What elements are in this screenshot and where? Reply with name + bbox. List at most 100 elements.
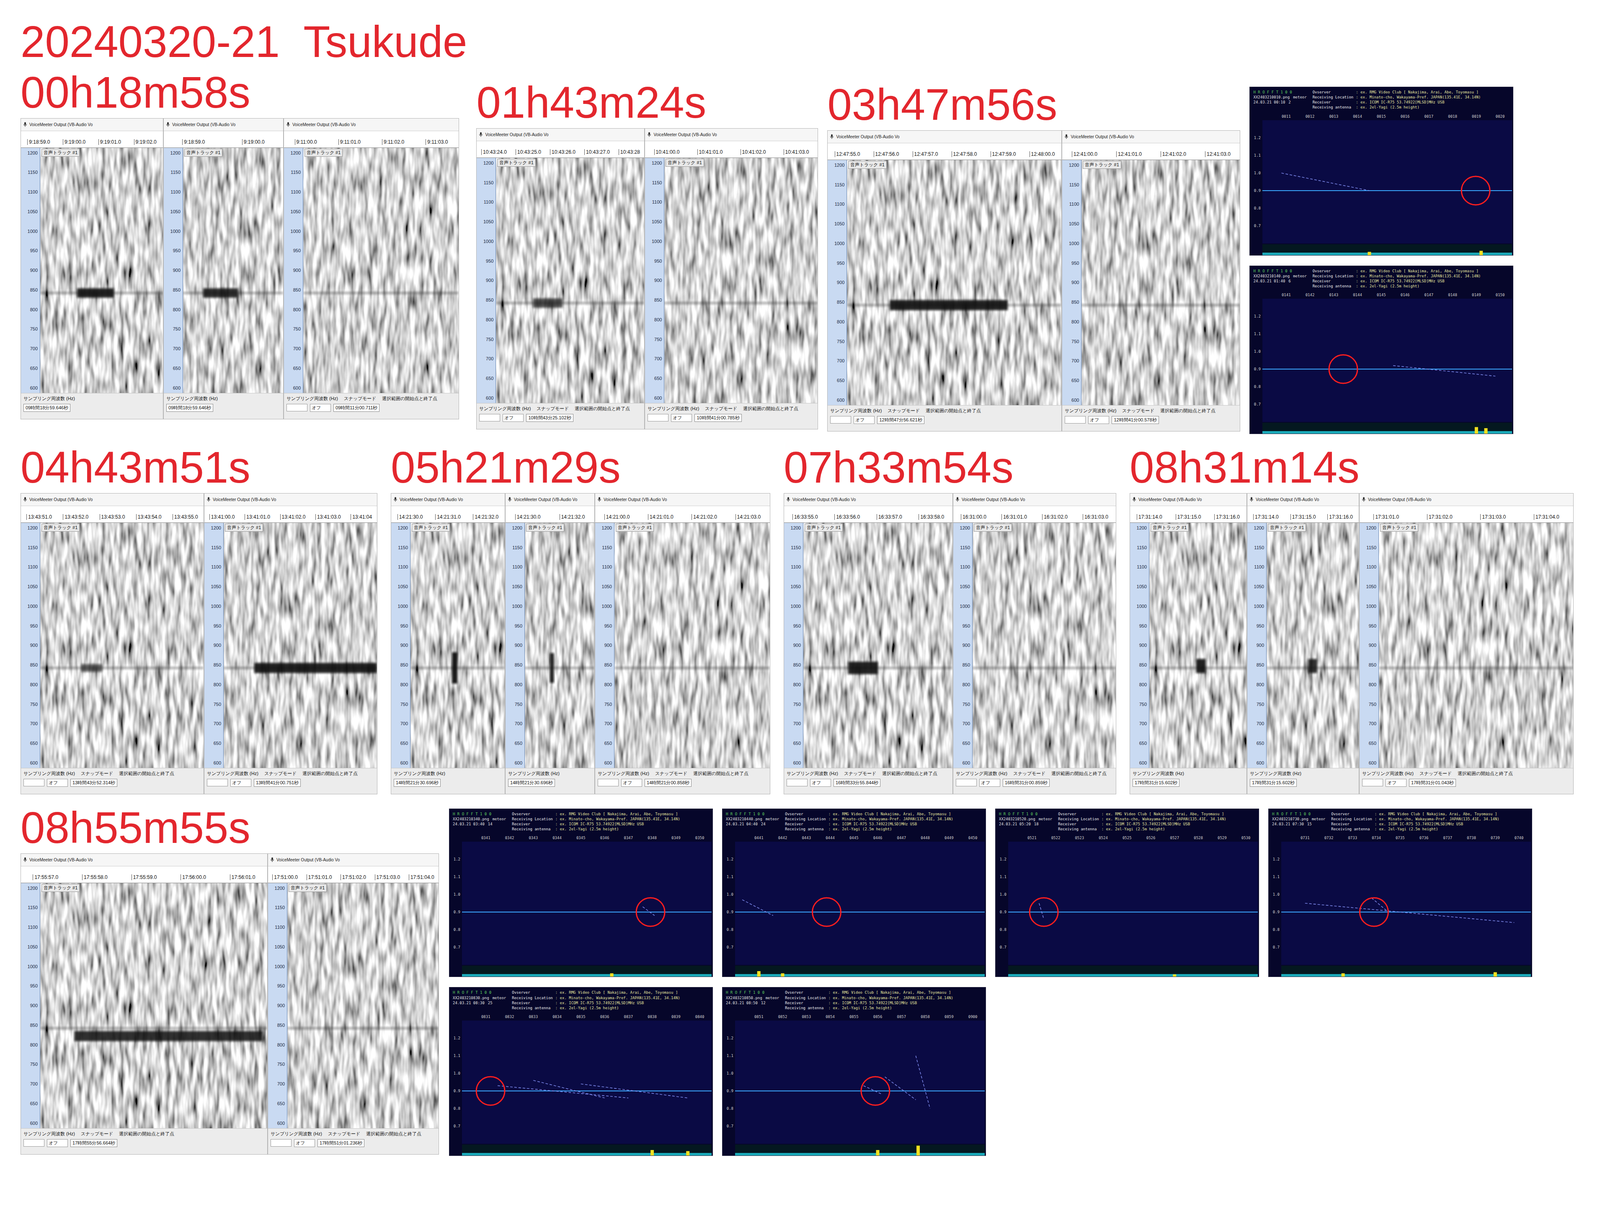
device-name[interactable]: VoiceMeeter Output (VB-Audio Vo [485, 132, 549, 137]
track-label[interactable]: 音声トラック #1 [973, 523, 1012, 532]
spectrogram-chart[interactable] [1081, 160, 1240, 406]
selection-field[interactable]: 13時間41分00.751秒 [253, 778, 301, 787]
spectrogram-chart[interactable] [1378, 522, 1574, 768]
device-name[interactable]: VoiceMeeter Output (VB-Audio Vo [603, 497, 667, 502]
device-name[interactable]: VoiceMeeter Output (VB-Audio Vo [836, 134, 900, 140]
track-label[interactable]: 音声トラック #1 [497, 158, 536, 167]
device-name[interactable]: VoiceMeeter Output (VB-Audio Vo [1255, 497, 1319, 502]
time-ruler[interactable]: 17:31:14.017:31:15.017:31:16.0 [1247, 505, 1359, 523]
spectrogram-chart[interactable] [223, 522, 377, 768]
snap-select[interactable]: オフ [294, 1138, 315, 1147]
time-ruler[interactable]: 14:21:00.014:21:01.014:21:02.014:21:03.0 [595, 505, 770, 523]
rate-select[interactable] [955, 778, 977, 787]
device-name[interactable]: VoiceMeeter Output (VB-Audio Vo [792, 497, 856, 502]
track-label[interactable]: 音声トラック #1 [224, 523, 264, 532]
device-toolbar[interactable]: VoiceMeeter Output (VB-Audio Vo [827, 130, 1062, 144]
device-toolbar[interactable]: VoiceMeeter Output (VB-Audio Vo [953, 493, 1116, 506]
selection-field[interactable]: 14時間21分30.696秒 [508, 778, 555, 787]
selection-field[interactable]: 10時間43分25.102秒 [526, 413, 573, 422]
track-label[interactable]: 音声トラック #1 [526, 523, 565, 532]
selection-field[interactable]: 17時間55分56.664秒 [70, 1138, 118, 1147]
selection-field[interactable]: 12時間41分00.578秒 [1111, 415, 1159, 424]
rate-select[interactable] [1362, 778, 1384, 787]
track-label[interactable]: 音声トラック #1 [411, 523, 450, 532]
time-ruler[interactable]: 17:55:57.017:55:58.017:55:59.017:56:00.0… [20, 866, 268, 883]
time-ruler[interactable]: 16:31:00.016:31:01.016:31:02.016:31:03.0 [953, 505, 1116, 523]
device-toolbar[interactable]: VoiceMeeter Output (VB-Audio Vo [1062, 130, 1240, 144]
track-label[interactable]: 音声トラック #1 [665, 158, 704, 167]
time-ruler[interactable]: 12:41:00.012:41:01.012:41:02.012:41:03.0 [1062, 143, 1240, 160]
spectrogram-chart[interactable] [524, 522, 595, 768]
spectrogram-chart[interactable] [410, 522, 505, 768]
spectrogram-chart[interactable] [40, 522, 204, 768]
selection-field[interactable]: 09時間18分59.646秒 [166, 403, 214, 412]
device-toolbar[interactable]: VoiceMeeter Output (VB-Audio Vo [204, 493, 377, 506]
device-toolbar[interactable]: VoiceMeeter Output (VB-Audio Vo [645, 128, 818, 142]
snap-select[interactable]: オフ [621, 778, 643, 787]
device-toolbar[interactable]: VoiceMeeter Output (VB-Audio Vo [391, 493, 505, 506]
snap-select[interactable]: オフ [853, 415, 875, 424]
spectrogram-chart[interactable] [614, 522, 770, 768]
selection-field[interactable]: 09時間18分59.646秒 [23, 403, 71, 412]
device-toolbar[interactable]: VoiceMeeter Output (VB-Audio Vo [268, 853, 439, 867]
time-ruler[interactable]: 13:41:00.013:41:01.013:41:02.013:41:03.0… [204, 505, 377, 523]
rate-select[interactable] [206, 778, 228, 787]
time-ruler[interactable]: 17:31:01.017:31:02.017:31:03.017:31:04.0 [1359, 505, 1574, 523]
rate-select[interactable] [830, 415, 852, 424]
track-label[interactable]: 音声トラック #1 [288, 883, 327, 892]
spectrogram-chart[interactable] [972, 522, 1116, 768]
device-toolbar[interactable]: VoiceMeeter Output (VB-Audio Vo [505, 493, 595, 506]
snap-select[interactable]: オフ [810, 778, 831, 787]
spectrogram-chart[interactable] [303, 147, 459, 393]
spectrogram-chart[interactable] [495, 157, 645, 403]
device-toolbar[interactable]: VoiceMeeter Output (VB-Audio Vo [1247, 493, 1359, 506]
selection-field[interactable]: 09時間11分00.711秒 [333, 403, 380, 412]
selection-field[interactable]: 16時間31分00.859秒 [1002, 778, 1050, 787]
snap-select[interactable]: オフ [502, 413, 524, 422]
selection-field[interactable]: 13時間43分52.314秒 [70, 778, 118, 787]
snap-select[interactable]: オフ [1385, 778, 1407, 787]
rate-select[interactable] [270, 1138, 292, 1147]
selection-field[interactable]: 17時間51分01.236秒 [317, 1138, 365, 1147]
snap-select[interactable]: オフ [46, 778, 68, 787]
spectrogram-chart[interactable] [40, 882, 268, 1128]
track-label[interactable]: 音声トラック #1 [1150, 523, 1189, 532]
track-label[interactable]: 音声トラック #1 [184, 148, 223, 157]
device-toolbar[interactable]: VoiceMeeter Output (VB-Audio Vo [20, 853, 268, 867]
time-ruler[interactable]: 9:11:00.09:11:01.09:11:02.09:11:03.0 [283, 131, 459, 148]
rate-select[interactable] [479, 413, 501, 422]
device-name[interactable]: VoiceMeeter Output (VB-Audio Vo [1367, 497, 1432, 502]
device-name[interactable]: VoiceMeeter Output (VB-Audio Vo [1138, 497, 1202, 502]
device-toolbar[interactable]: VoiceMeeter Output (VB-Audio Vo [20, 118, 163, 132]
time-ruler[interactable]: 16:33:55.016:33:56.016:33:57.016:33:58.0 [784, 505, 953, 523]
track-label[interactable]: 音声トラック #1 [1380, 523, 1419, 532]
spectrogram-chart[interactable] [1266, 522, 1359, 768]
device-toolbar[interactable]: VoiceMeeter Output (VB-Audio Vo [784, 493, 953, 506]
time-ruler[interactable]: 14:21:30.014:21:32.0 [505, 505, 595, 523]
time-ruler[interactable]: 9:18:59.09:19:00.09:19:01.09:19:02.0 [20, 131, 163, 148]
snap-select[interactable]: オフ [979, 778, 1001, 787]
device-toolbar[interactable]: VoiceMeeter Output (VB-Audio Vo [595, 493, 770, 506]
device-name[interactable]: VoiceMeeter Output (VB-Audio Vo [1070, 134, 1134, 140]
device-name[interactable]: VoiceMeeter Output (VB-Audio Vo [961, 497, 1025, 502]
device-name[interactable]: VoiceMeeter Output (VB-Audio Vo [292, 122, 356, 127]
track-label[interactable]: 音声トラック #1 [848, 160, 887, 169]
rate-select[interactable] [23, 1138, 45, 1147]
device-toolbar[interactable]: VoiceMeeter Output (VB-Audio Vo [20, 493, 204, 506]
spectrogram-chart[interactable] [1149, 522, 1247, 768]
track-label[interactable]: 音声トラック #1 [41, 883, 80, 892]
device-name[interactable]: VoiceMeeter Output (VB-Audio Vo [513, 497, 578, 502]
selection-field[interactable]: 16時間33分55.844秒 [833, 778, 881, 787]
selection-field[interactable]: 17時間31分15.602秒 [1132, 778, 1180, 787]
track-label[interactable]: 音声トラック #1 [304, 148, 343, 157]
spectrogram-chart[interactable] [287, 882, 439, 1128]
spectrogram-chart[interactable] [846, 160, 1062, 406]
snap-select[interactable]: オフ [670, 413, 692, 422]
snap-select[interactable]: オフ [1088, 415, 1110, 424]
selection-field[interactable]: 10時間41分00.785秒 [694, 413, 742, 422]
rate-select[interactable] [647, 413, 669, 422]
device-toolbar[interactable]: VoiceMeeter Output (VB-Audio Vo [1130, 493, 1247, 506]
selection-field[interactable]: 12時間47分56.621秒 [877, 415, 924, 424]
time-ruler[interactable]: 10:43:24.010:43:25.010:43:26.010:43:27.0… [476, 141, 645, 158]
time-ruler[interactable]: 10:41:00.010:41:01.010:41:02.010:41:03.0 [645, 141, 818, 158]
